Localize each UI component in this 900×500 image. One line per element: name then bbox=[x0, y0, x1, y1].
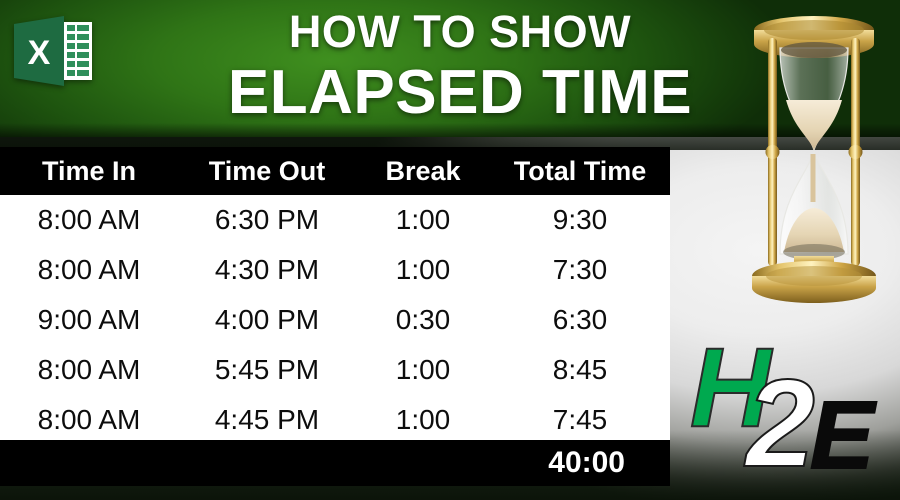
cell-time-out[interactable]: 5:45 PM bbox=[178, 345, 356, 395]
excel-icon-letter: X bbox=[28, 34, 51, 72]
cell-break[interactable]: 1:00 bbox=[356, 345, 490, 395]
excel-icon: X bbox=[14, 16, 92, 86]
cell-time-in[interactable]: 8:00 AM bbox=[0, 245, 178, 295]
table-row[interactable]: 9:00 AM 4:00 PM 0:30 6:30 bbox=[0, 295, 670, 345]
hourglass-icon bbox=[752, 16, 876, 303]
cell-total-time[interactable]: 6:30 bbox=[490, 295, 670, 345]
table-row[interactable]: 8:00 AM 5:45 PM 1:00 8:45 bbox=[0, 345, 670, 395]
cell-time-in[interactable]: 9:00 AM bbox=[0, 295, 178, 345]
cell-total-time[interactable]: 8:45 bbox=[490, 345, 670, 395]
cell-time-out[interactable]: 6:30 PM bbox=[178, 195, 356, 245]
elapsed-time-table-wrapper: Time In Time Out Break Total Time 8:00 A… bbox=[0, 147, 670, 445]
total-value: 40:00 bbox=[548, 446, 625, 479]
logo-letter-e: E bbox=[809, 382, 875, 489]
page-title-line-1: HOW TO SHOW bbox=[288, 6, 632, 57]
table-row[interactable]: 8:00 AM 6:30 PM 1:00 9:30 bbox=[0, 195, 670, 245]
cell-total-time[interactable]: 7:30 bbox=[490, 245, 670, 295]
cell-total-time[interactable]: 7:45 bbox=[490, 395, 670, 445]
column-header-total-time: Total Time bbox=[513, 155, 647, 186]
cell-time-out[interactable]: 4:00 PM bbox=[178, 295, 356, 345]
table-header: Time In Time Out Break Total Time bbox=[0, 147, 670, 195]
cell-break[interactable]: 1:00 bbox=[356, 245, 490, 295]
column-header-break: Break bbox=[385, 155, 461, 186]
cell-time-out[interactable]: 4:30 PM bbox=[178, 245, 356, 295]
table-header-row: Time In Time Out Break Total Time bbox=[0, 147, 670, 195]
cell-total-time[interactable]: 9:30 bbox=[490, 195, 670, 245]
table-body: 8:00 AM 6:30 PM 1:00 9:30 8:00 AM 4:30 P… bbox=[0, 195, 670, 445]
table-row[interactable]: 8:00 AM 4:30 PM 1:00 7:30 bbox=[0, 245, 670, 295]
logo-letter-2: 2 bbox=[745, 355, 816, 493]
cell-time-in[interactable]: 8:00 AM bbox=[0, 395, 178, 445]
cell-time-in[interactable]: 8:00 AM bbox=[0, 345, 178, 395]
table-row[interactable]: 8:00 AM 4:45 PM 1:00 7:45 bbox=[0, 395, 670, 445]
cell-break[interactable]: 1:00 bbox=[356, 195, 490, 245]
column-header-time-out: Time Out bbox=[208, 155, 326, 186]
total-row: 40:00 bbox=[0, 440, 670, 486]
cell-time-out[interactable]: 4:45 PM bbox=[178, 395, 356, 445]
h2e-logo: H 2 E bbox=[688, 326, 884, 488]
cell-time-in[interactable]: 8:00 AM bbox=[0, 195, 178, 245]
cell-break[interactable]: 1:00 bbox=[356, 395, 490, 445]
column-header-time-in: Time In bbox=[41, 155, 137, 186]
cell-break[interactable]: 0:30 bbox=[356, 295, 490, 345]
page-title-line-2: ELAPSED TIME bbox=[227, 58, 693, 127]
title-block: HOW TO SHOW ELAPSED TIME bbox=[150, 6, 770, 128]
elapsed-time-table: Time In Time Out Break Total Time 8:00 A… bbox=[0, 147, 670, 445]
